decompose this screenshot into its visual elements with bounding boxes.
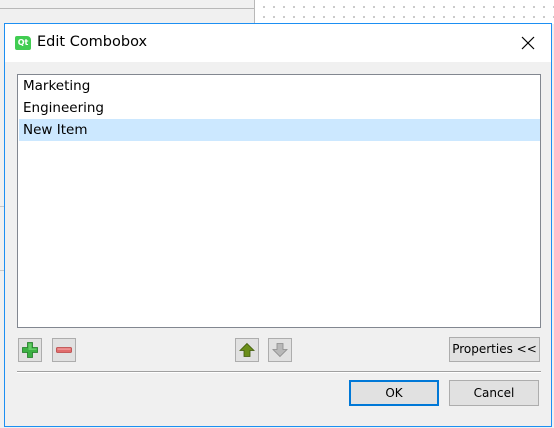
remove-item-button[interactable]: [52, 338, 76, 362]
ok-button[interactable]: OK: [349, 380, 439, 406]
arrow-up-icon: [239, 342, 255, 357]
separator-line: [17, 371, 541, 373]
edit-combobox-dialog: Qt Edit Combobox Marketing Engineering N…: [4, 23, 552, 427]
plus-icon: [22, 342, 38, 358]
items-list[interactable]: Marketing Engineering New Item: [17, 74, 541, 328]
list-item[interactable]: Engineering: [19, 97, 540, 119]
move-up-button[interactable]: [235, 338, 259, 362]
list-item[interactable]: Marketing: [19, 75, 540, 97]
add-item-button[interactable]: [18, 338, 42, 362]
dialog-title: Edit Combobox: [37, 34, 148, 50]
designer-grid: [255, 0, 554, 24]
close-icon: [521, 36, 535, 50]
title-bar[interactable]: Qt Edit Combobox: [5, 24, 551, 62]
designer-border: [0, 8, 254, 9]
cancel-button[interactable]: Cancel: [449, 380, 539, 406]
arrow-down-icon: [272, 343, 288, 358]
qt-app-icon: Qt: [15, 36, 31, 50]
list-item-selected[interactable]: New Item: [19, 119, 540, 141]
close-button[interactable]: [505, 24, 551, 62]
properties-toggle-button[interactable]: Properties <<: [449, 337, 540, 362]
minus-icon: [56, 347, 72, 353]
designer-divider: [254, 0, 255, 24]
move-down-button[interactable]: [268, 338, 292, 362]
